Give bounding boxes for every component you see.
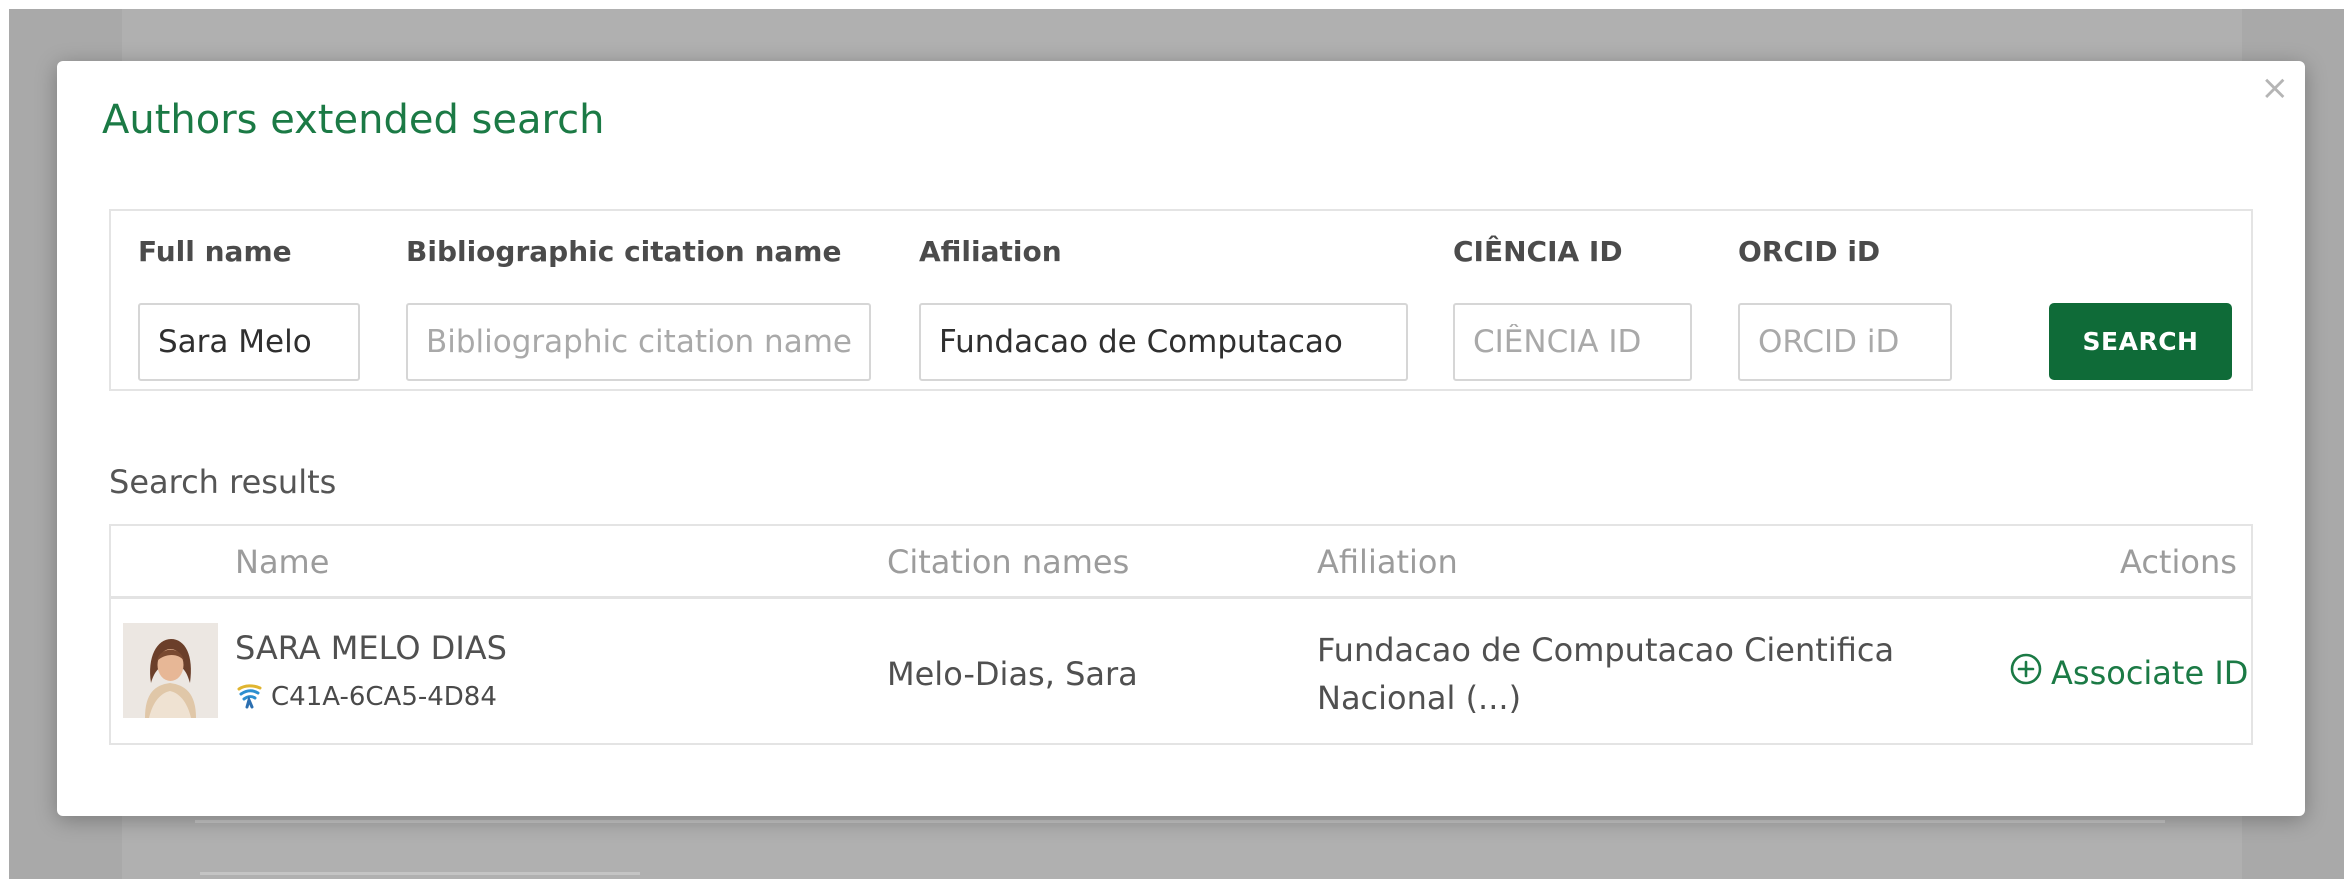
- citation-name-input[interactable]: [406, 303, 871, 381]
- author-name: SARA MELO DIAS: [235, 629, 507, 667]
- results-table: Name Citation names Afiliation Actions S…: [109, 524, 2253, 745]
- full-name-label: Full name: [138, 235, 292, 268]
- column-header-actions: Actions: [2120, 543, 2237, 581]
- orcid-id-label: ORCID iD: [1738, 235, 1881, 268]
- background-divider: [200, 872, 640, 875]
- citation-names: Melo-Dias, Sara: [887, 655, 1138, 693]
- ciencia-id-value: C41A-6CA5-4D84: [271, 682, 497, 712]
- ciencia-id-label: CIÊNCIA ID: [1453, 235, 1623, 268]
- search-form: Full name Bibliographic citation name Af…: [109, 209, 2253, 391]
- column-header-name[interactable]: Name: [235, 543, 329, 581]
- affiliation-value: Fundacao de Computacao Cientifica Nacion…: [1317, 631, 1895, 717]
- ciencia-id-input[interactable]: [1453, 303, 1692, 381]
- column-header-citation-names[interactable]: Citation names: [887, 543, 1129, 581]
- results-heading: Search results: [109, 463, 337, 501]
- orcid-id-input[interactable]: [1738, 303, 1952, 381]
- authors-search-modal: × Authors extended search Full name Bibl…: [57, 61, 2305, 816]
- citation-name-label: Bibliographic citation name: [406, 235, 842, 268]
- full-name-input[interactable]: [138, 303, 360, 381]
- avatar: [123, 623, 218, 718]
- associate-id-label: Associate ID: [2051, 654, 2249, 692]
- column-header-affiliation[interactable]: Afiliation: [1317, 543, 1458, 581]
- ciencia-id-badge: C41A-6CA5-4D84: [235, 681, 497, 713]
- close-icon[interactable]: ×: [2261, 71, 2290, 105]
- header-divider: [111, 596, 2251, 599]
- search-button[interactable]: SEARCH: [2049, 303, 2232, 380]
- ciencia-id-icon: [235, 681, 263, 713]
- associate-id-link[interactable]: Associate ID: [2009, 652, 2248, 694]
- background-divider: [195, 820, 2165, 823]
- affiliation-label: Afiliation: [919, 235, 1062, 268]
- modal-title: Authors extended search: [102, 97, 605, 143]
- plus-circle-icon: [2009, 652, 2043, 694]
- affiliation-input[interactable]: [919, 303, 1408, 381]
